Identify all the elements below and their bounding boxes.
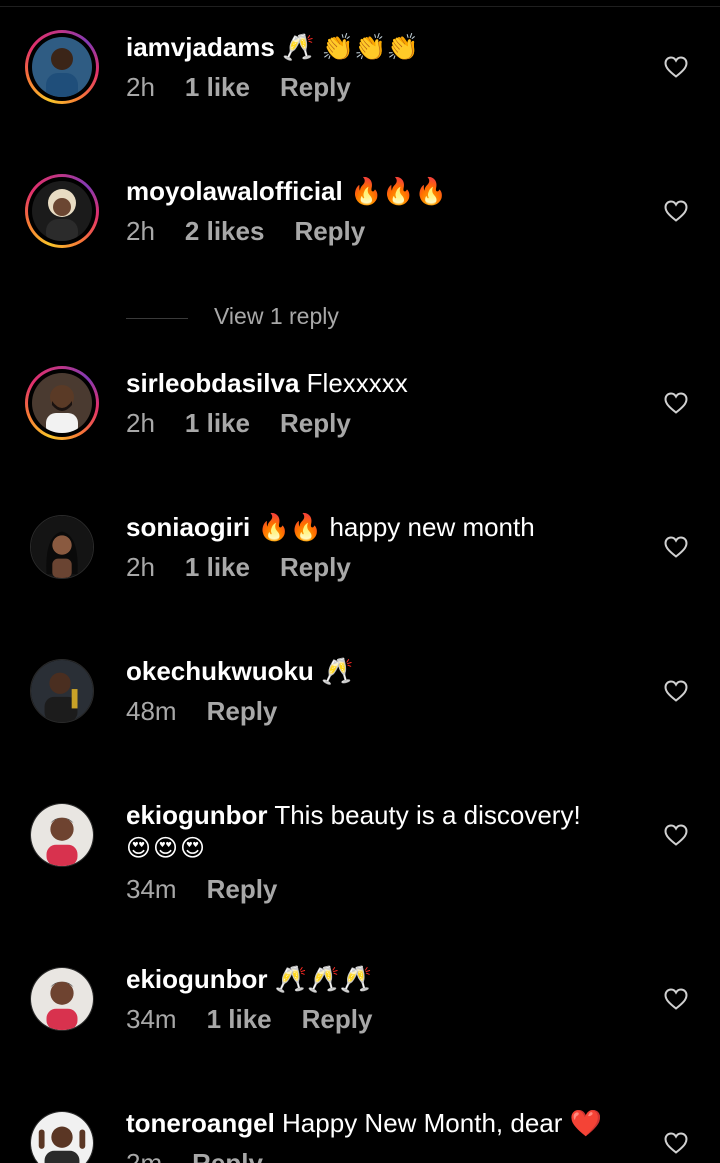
comment-text: 🥂🥂🥂 (274, 964, 372, 994)
reply-button[interactable]: Reply (192, 1148, 263, 1163)
view-replies-label[interactable]: View 1 reply (214, 303, 339, 330)
comment-time: 2h (126, 72, 155, 102)
comment-username[interactable]: ekiogunbor (126, 964, 268, 994)
reply-button[interactable]: Reply (280, 552, 351, 582)
heart-icon[interactable] (664, 824, 688, 846)
comment-text: Flexxxxx (306, 368, 408, 398)
avatar[interactable] (30, 659, 94, 723)
comment-time: 34m (126, 1004, 177, 1034)
reply-button[interactable]: Reply (207, 696, 278, 726)
reply-button[interactable]: Reply (294, 216, 365, 246)
heart-icon[interactable] (664, 392, 688, 414)
comment-time: 48m (126, 696, 177, 726)
comment-time: 2h (126, 408, 155, 438)
comment-username[interactable]: toneroangel (126, 1108, 275, 1138)
replies-divider (126, 318, 188, 319)
comment-likes[interactable]: 1 like (185, 552, 250, 582)
heart-icon[interactable] (664, 56, 688, 78)
comment-username[interactable]: soniaogiri (126, 512, 250, 542)
top-divider (0, 6, 720, 7)
comment-username[interactable]: okechukwuoku (126, 656, 314, 686)
comment-emoji-line: 😍😍😍 (126, 835, 208, 862)
comment-likes[interactable]: 1 like (185, 408, 250, 438)
reply-button[interactable]: Reply (207, 874, 278, 904)
heart-icon[interactable] (664, 200, 688, 222)
comment-username[interactable]: iamvjadams (126, 32, 275, 62)
comment-username[interactable]: ekiogunbor (126, 800, 268, 830)
avatar[interactable] (30, 1111, 94, 1163)
heart-icon[interactable] (664, 536, 688, 558)
avatar[interactable] (25, 30, 99, 104)
comment-username[interactable]: sirleobdasilva (126, 368, 299, 398)
reply-button[interactable]: Reply (302, 1004, 373, 1034)
comment-likes[interactable]: 1 like (185, 72, 250, 102)
comment-time: 2h (126, 216, 155, 246)
comment-text: 🔥🔥🔥 (349, 176, 448, 206)
comment-text: Happy New Month, dear ❤️ (282, 1108, 602, 1138)
comment-likes[interactable]: 1 like (207, 1004, 272, 1034)
comment-text: This beauty is a discovery! (274, 800, 581, 830)
avatar[interactable] (25, 174, 99, 248)
comment-time: 2h (126, 552, 155, 582)
comment-likes[interactable]: 2 likes (185, 216, 265, 246)
heart-icon[interactable] (664, 988, 688, 1010)
comment-text: 🔥🔥 happy new month (257, 512, 535, 542)
reply-button[interactable]: Reply (280, 408, 351, 438)
avatar[interactable] (25, 366, 99, 440)
reply-button[interactable]: Reply (280, 72, 351, 102)
comment-username[interactable]: moyolawalofficial (126, 176, 343, 206)
comment-item: toneroangel Happy New Month, dear ❤️ 2m R… (0, 1106, 720, 1163)
avatar[interactable] (30, 515, 94, 579)
comment-time: 2m (126, 1148, 163, 1163)
heart-icon[interactable] (664, 1132, 688, 1154)
comment-text: 🥂 (321, 656, 354, 686)
avatar[interactable] (30, 803, 94, 867)
comment-time: 34m (126, 874, 177, 904)
comment-text: 🥂 👏👏👏 (282, 32, 419, 62)
heart-icon[interactable] (664, 680, 688, 702)
avatar[interactable] (30, 967, 94, 1031)
